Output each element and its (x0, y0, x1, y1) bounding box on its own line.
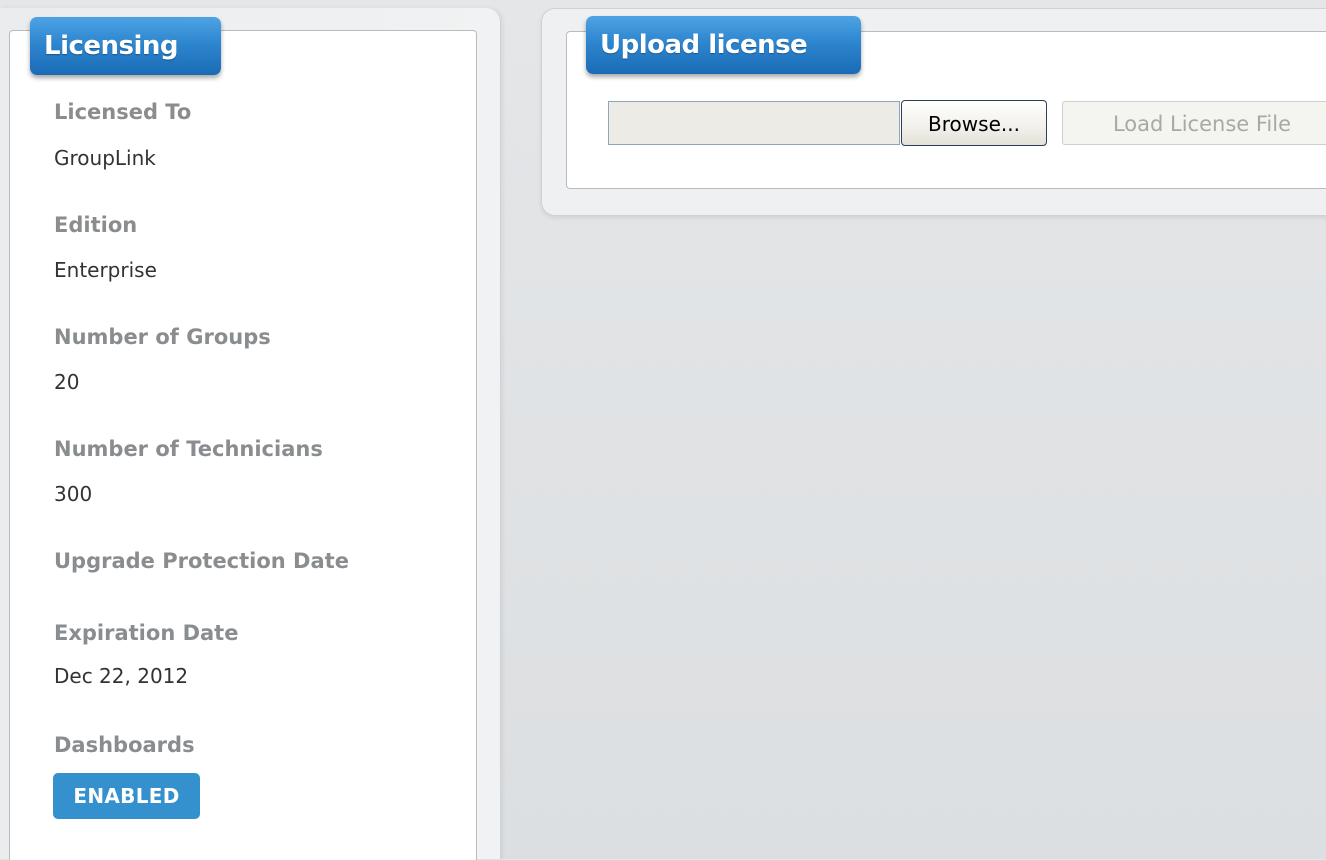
number-of-groups-label: Number of Groups (54, 325, 271, 349)
licensed-to-label: Licensed To (54, 100, 192, 124)
license-file-path-input[interactable] (608, 101, 900, 145)
number-of-technicians-label: Number of Technicians (54, 437, 323, 461)
licensing-title: Licensing (30, 17, 221, 75)
dashboards-status-badge: ENABLED (53, 773, 200, 819)
browse-button[interactable]: Browse... (901, 100, 1047, 146)
upload-license-title: Upload license (586, 16, 861, 74)
upgrade-protection-date-label: Upgrade Protection Date (54, 549, 349, 573)
expiration-date-value: Dec 22, 2012 (54, 664, 189, 688)
dashboards-label: Dashboards (54, 733, 195, 757)
edition-label: Edition (54, 213, 138, 237)
expiration-date-label: Expiration Date (54, 621, 239, 645)
edition-value: Enterprise (54, 258, 157, 282)
number-of-technicians-value: 300 (54, 482, 93, 506)
load-license-file-button[interactable]: Load License File (1062, 101, 1326, 145)
licensed-to-value: GroupLink (54, 146, 156, 170)
number-of-groups-value: 20 (54, 370, 80, 394)
